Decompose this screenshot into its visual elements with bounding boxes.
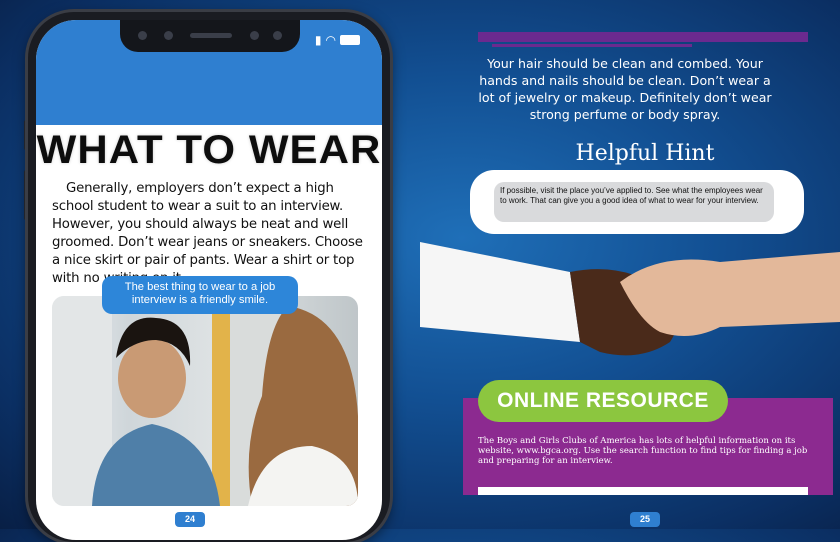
page-number-left: 24	[175, 512, 205, 527]
body-paragraph: Generally, employers don’t expect a high…	[52, 181, 363, 286]
battery-icon	[340, 35, 360, 45]
grooming-paragraph: Your hair should be clean and combed. Yo…	[478, 56, 772, 122]
hint-text: If possible, visit the place you’ve appl…	[494, 182, 774, 222]
handshake-image	[420, 242, 840, 356]
smile-tip-bubble: The best thing to wear to a job intervie…	[102, 276, 298, 314]
page-number-right: 25	[630, 512, 660, 527]
signal-icon: ▮	[314, 33, 322, 47]
helpful-hint-title: Helpful Hint	[575, 141, 715, 166]
purple-stripe-top-thin	[492, 44, 692, 47]
online-resource-title: ONLINE RESOURCE	[478, 380, 728, 422]
page-title: WHAT TO WEAR	[36, 128, 382, 172]
phone-notch	[120, 20, 300, 52]
white-stripe-bottom	[478, 487, 808, 495]
purple-stripe-top	[478, 32, 808, 42]
status-icons: ▮ ◠	[315, 33, 360, 47]
wifi-icon: ◠	[325, 33, 336, 47]
online-resource-text: The Boys and Girls Clubs of America has …	[478, 436, 808, 466]
interview-photo	[52, 296, 358, 506]
